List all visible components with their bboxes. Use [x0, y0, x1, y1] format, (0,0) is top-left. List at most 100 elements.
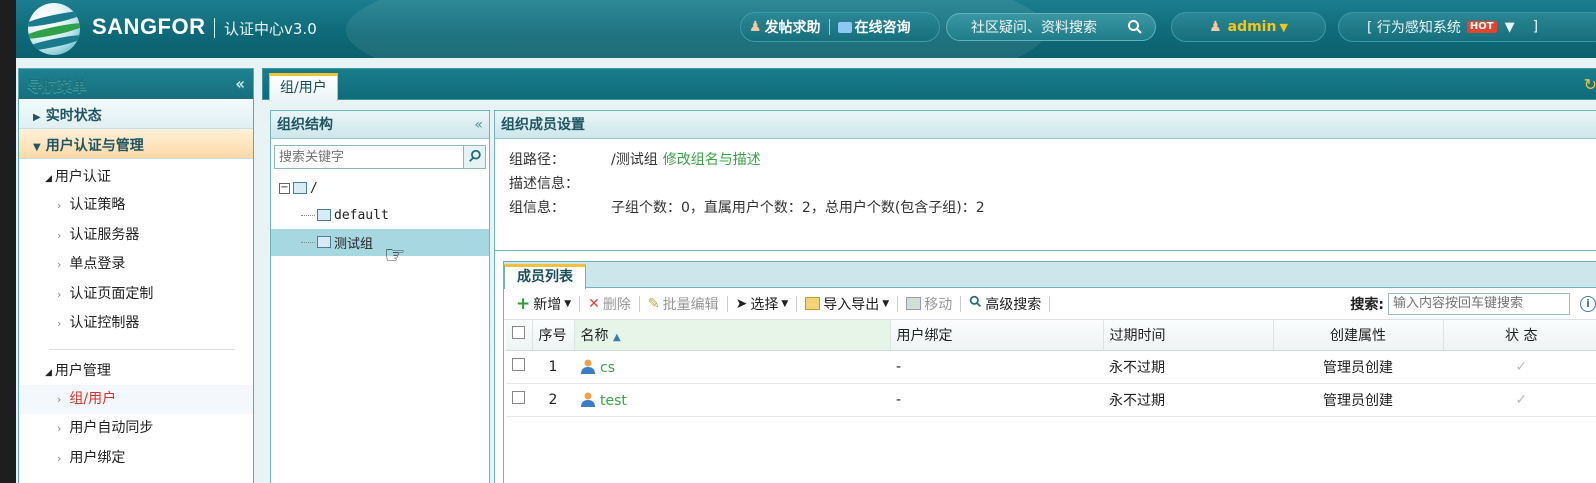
chevron-down-icon: ▼ — [1504, 19, 1515, 35]
tab-member-list[interactable]: 成员列表 — [504, 264, 586, 289]
user-icon: ♟ — [1209, 19, 1222, 35]
delete-button[interactable]: ✕ 删除 — [582, 294, 637, 314]
admin-menu[interactable]: ♟ admin ▼ — [1171, 12, 1326, 42]
column-header-binding[interactable]: 用户绑定 — [890, 320, 1104, 351]
nav-item-sso[interactable]: › 单点登录 — [19, 250, 253, 280]
nav-item-user-binding[interactable]: › 用户绑定 — [19, 444, 253, 474]
search-icon[interactable] — [1127, 19, 1143, 39]
move-button[interactable]: 移动 — [900, 294, 958, 314]
org-structure-panel: 组织结构 « − / default 测试 — [270, 110, 490, 483]
nav-title: 导航菜单 « — [19, 69, 253, 99]
collapse-toggle-icon[interactable]: − — [279, 183, 290, 194]
person-icon: ♟ — [749, 19, 762, 35]
nav-item-auth-controller[interactable]: › 认证控制器 — [19, 309, 253, 339]
table-row[interactable]: 2 test - 永不过期 管理员创建 ✓ — [506, 383, 1596, 417]
brand-name: SANGFOR — [92, 14, 206, 39]
advanced-search-button[interactable]: 高级搜索 — [963, 294, 1047, 314]
pencil-icon: ✎ — [647, 295, 660, 312]
table-row[interactable]: 1 cs - 永不过期 管理员创建 ✓ — [506, 350, 1596, 384]
chevron-right-icon: › — [57, 228, 62, 242]
hot-badge: HOT — [1466, 21, 1497, 33]
sort-asc-icon: ▲ — [612, 331, 621, 343]
group-icon — [317, 208, 331, 221]
user-icon — [581, 392, 595, 407]
info-icon[interactable]: i — [1580, 295, 1596, 312]
nav-section-user-auth[interactable]: ▼ 用户认证与管理 — [19, 129, 253, 159]
search-icon[interactable] — [463, 146, 485, 168]
tab-bar: 组/用户 ↻ — [262, 68, 1596, 101]
nav-item-group-user[interactable]: › 组/用户 — [19, 384, 253, 414]
hand-cursor-icon: ☞ — [384, 241, 406, 269]
user-name-link[interactable]: cs — [600, 360, 615, 376]
post-help-button[interactable]: ♟ 发帖求助 — [741, 17, 829, 37]
chevron-down-icon: ▼ — [564, 298, 572, 309]
column-header-name[interactable]: 名称 ▲ — [574, 320, 891, 351]
behavior-system-menu[interactable]: [ 行为感知系统 HOT ▼ ] — [1338, 12, 1596, 42]
column-header-created[interactable]: 创建属性 — [1273, 320, 1444, 351]
nav-item-user-sync[interactable]: › 用户自动同步 — [19, 414, 253, 444]
tree-node-test-group[interactable]: 测试组 — [271, 229, 489, 256]
edit-group-link[interactable]: 修改组名与描述 — [663, 149, 761, 173]
group-stats: 子组个数：0，直属用户个数：2，总用户个数(包含子组)：2 — [611, 200, 985, 216]
member-toolbar: + 新增 ▼ ✕ 删除 ✎ 批量编辑 ➤ 选择 ▼ 导入导出 ▼ 移动 高级搜索 搜索: — [504, 288, 1596, 320]
nav-group-user-mgmt[interactable]: ◢ 用户管理 — [19, 357, 253, 385]
table-header-row: 序号 名称 ▲ 用户绑定 过期时间 创建属性 状 态 — [506, 320, 1596, 351]
column-header-status[interactable]: 状 态 — [1443, 320, 1596, 351]
nav-section-realtime[interactable]: ▶ 实时状态 — [19, 99, 253, 129]
app-subtitle: 认证中心v3.0 — [224, 20, 317, 38]
nav-item-auth-policy[interactable]: › 认证策略 — [19, 191, 253, 221]
member-settings-panel: 组织成员设置 组路径： /测试组 修改组名与描述 描述信息： 组信息： 子组个数… — [494, 110, 1596, 483]
column-header-no[interactable]: 序号 — [532, 320, 575, 351]
member-panel-title: 组织成员设置 — [495, 111, 1596, 139]
online-consult-button[interactable]: 在线咨询 — [830, 17, 919, 37]
column-header-expiry[interactable]: 过期时间 — [1103, 320, 1274, 351]
chevron-right-icon: › — [57, 392, 62, 406]
member-search-input[interactable] — [1388, 292, 1570, 315]
nav-item-auth-server[interactable]: › 认证服务器 — [19, 221, 253, 251]
collapse-icon[interactable]: « — [235, 74, 245, 93]
help-bar: ♟ 发帖求助 在线咨询 — [740, 12, 940, 42]
close-icon: ✕ — [588, 295, 600, 312]
chevron-down-icon: ▼ — [781, 298, 789, 309]
user-name-link[interactable]: test — [600, 393, 627, 409]
refresh-icon[interactable]: ↻ — [1584, 75, 1596, 94]
pointer-icon: ➤ — [735, 295, 748, 312]
group-info: 组路径： /测试组 修改组名与描述 描述信息： 组信息： 子组个数：0，直属用户… — [495, 139, 1596, 251]
chevron-right-icon: ▶ — [33, 112, 41, 123]
org-search-input[interactable] — [275, 146, 465, 168]
batch-edit-button[interactable]: ✎ 批量编辑 — [642, 294, 725, 314]
select-all-checkbox[interactable] — [512, 326, 525, 340]
group-path: /测试组 — [611, 152, 658, 168]
member-list-panel: 成员列表 + 新增 ▼ ✕ 删除 ✎ 批量编辑 ➤ 选择 ▼ 导入导出 ▼ 移动 高级搜索 — [503, 261, 1596, 483]
chevron-right-icon: › — [57, 422, 62, 435]
community-search-input[interactable]: 社区疑问、资料搜索 — [946, 13, 1156, 41]
collapse-icon[interactable]: « — [474, 111, 483, 139]
navigation-menu: 导航菜单 « ▶ 实时状态 ▼ 用户认证与管理 ◢ 用户认证 › 认证策略 › 认证服务器… — [18, 68, 254, 483]
import-export-button[interactable]: 导入导出 ▼ — [799, 294, 895, 314]
content-area: 组/用户 ↻ 组织结构 « − / defaul — [262, 68, 1596, 483]
admin-username: admin — [1227, 19, 1277, 35]
triangle-icon: ◢ — [45, 174, 52, 184]
org-panel-title: 组织结构 « — [271, 111, 489, 139]
select-button[interactable]: ➤ 选择 ▼ — [730, 294, 795, 314]
plus-icon: + — [516, 293, 531, 314]
chevron-right-icon: › — [57, 287, 62, 301]
status-check-icon: ✓ — [1515, 358, 1528, 375]
row-checkbox[interactable] — [512, 358, 525, 371]
status-check-icon: ✓ — [1515, 391, 1528, 408]
user-icon — [581, 359, 595, 374]
nav-item-auth-page[interactable]: › 认证页面定制 — [19, 280, 253, 310]
chat-icon — [837, 21, 852, 33]
nav-group-user-auth[interactable]: ◢ 用户认证 — [19, 163, 253, 191]
tree-node-root[interactable]: − / — [271, 175, 489, 202]
group-icon — [317, 235, 331, 248]
chevron-right-icon: › — [57, 451, 62, 465]
tab-group-user[interactable]: 组/用户 — [269, 73, 338, 101]
tree-node-default[interactable]: default — [271, 202, 489, 229]
row-checkbox[interactable] — [512, 391, 525, 404]
chevron-right-icon: › — [57, 317, 62, 330]
add-button[interactable]: + 新增 ▼ — [510, 294, 577, 314]
group-icon — [293, 181, 307, 194]
chevron-right-icon: › — [57, 258, 62, 271]
chevron-down-icon: ▼ — [33, 142, 41, 153]
